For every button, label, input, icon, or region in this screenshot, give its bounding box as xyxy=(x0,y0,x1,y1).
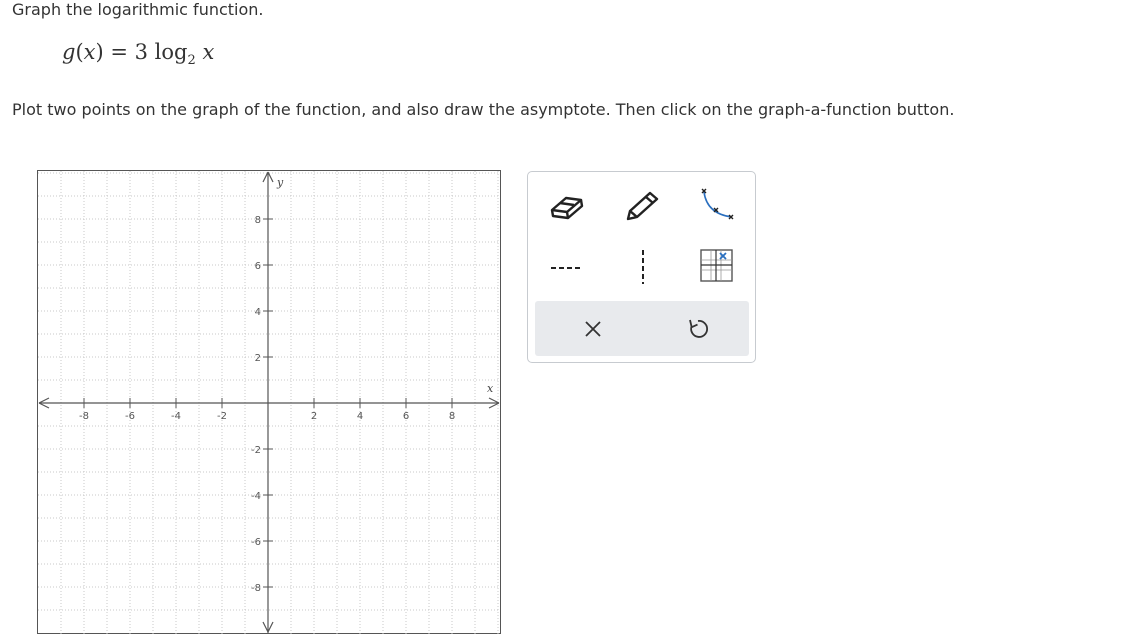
undo-button[interactable] xyxy=(676,309,720,349)
x-axis-label: x xyxy=(487,382,494,395)
pencil-tool-button[interactable] xyxy=(621,186,665,226)
horizontal-dashed-line-icon xyxy=(551,267,581,269)
pencil-icon xyxy=(626,191,659,221)
graph-function-icon xyxy=(701,188,734,220)
eraser-tool-button[interactable] xyxy=(544,186,588,226)
function-name: g xyxy=(62,40,76,64)
x-tick-label: -8 xyxy=(79,411,89,422)
y-tick-label: 8 xyxy=(255,215,261,226)
asymptote-grid-tool-button[interactable] xyxy=(694,247,738,287)
x-tick-label: -4 xyxy=(171,411,181,422)
x-tick-label: 2 xyxy=(311,411,317,422)
y-axis-label: y xyxy=(276,176,284,189)
eraser-icon xyxy=(550,196,584,220)
problem-title: Graph the logarithmic function. xyxy=(12,0,264,19)
horizontal-asymptote-tool-button[interactable] xyxy=(544,247,588,287)
graph-toolbar xyxy=(527,171,756,363)
x-tick-label: 6 xyxy=(403,411,409,422)
formula-variable: x xyxy=(202,40,215,64)
y-tick-label: 2 xyxy=(255,353,261,364)
formula-rhs: = 3 log xyxy=(103,40,188,64)
x-tick-label: -6 xyxy=(125,411,135,422)
y-tick-label: -8 xyxy=(251,583,261,594)
function-arg: x xyxy=(83,40,96,64)
vertical-asymptote-tool-button[interactable] xyxy=(621,247,665,287)
open-paren: ( xyxy=(75,40,84,64)
y-tick-label: 6 xyxy=(255,261,261,272)
function-formula: g(x) = 3 log2 x xyxy=(62,40,214,68)
vertical-dashed-line-icon xyxy=(642,250,644,284)
undo-icon xyxy=(689,319,709,338)
graph-function-tool-button[interactable] xyxy=(694,186,738,226)
log-base: 2 xyxy=(187,53,196,69)
close-icon xyxy=(585,321,601,337)
clear-button[interactable] xyxy=(571,309,615,349)
action-bar xyxy=(535,301,749,356)
x-tick-label: -2 xyxy=(217,411,227,422)
graph-canvas[interactable]: x y -8 -6 -4 -2 2 4 6 8 8 6 4 2 -2 -4 -6 -8 xyxy=(37,170,501,634)
close-paren: ) xyxy=(95,40,104,64)
y-tick-label: -2 xyxy=(251,445,261,456)
instruction-text: Plot two points on the graph of the func… xyxy=(12,100,955,119)
y-tick-label: -6 xyxy=(251,537,261,548)
x-tick-label: 8 xyxy=(449,411,455,422)
x-tick-label: 4 xyxy=(357,411,363,422)
y-tick-label: -4 xyxy=(251,491,261,502)
grid-points-icon xyxy=(700,249,733,282)
y-tick-label: 4 xyxy=(255,307,261,318)
